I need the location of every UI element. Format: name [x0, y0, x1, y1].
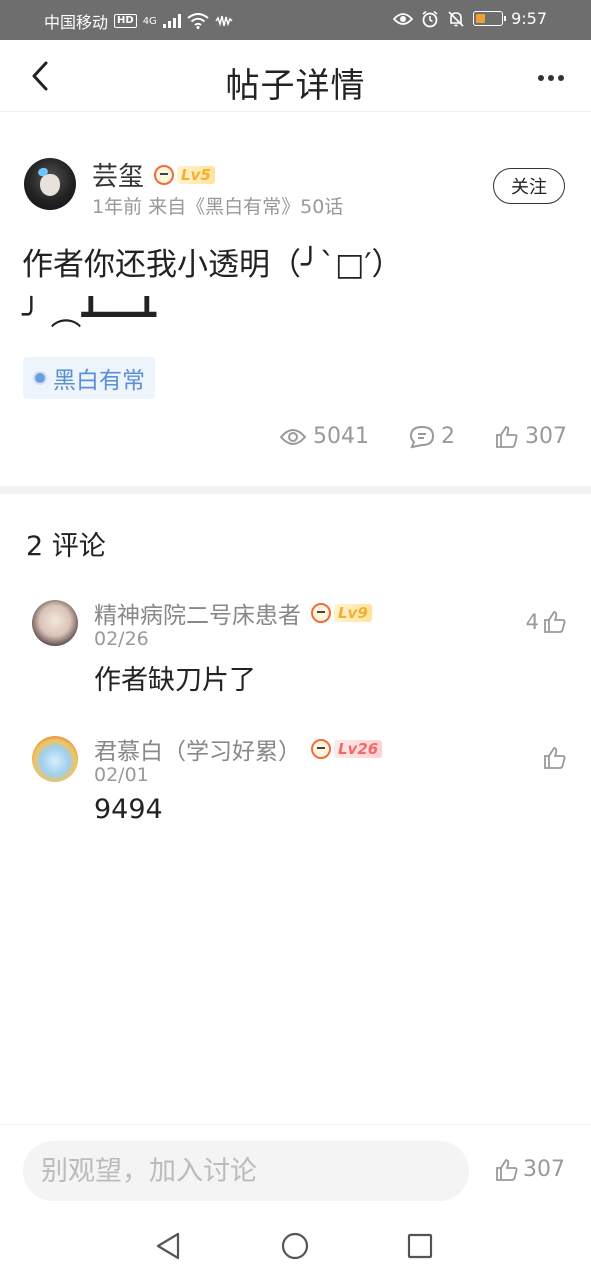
- views-stat: 5041: [279, 424, 369, 449]
- nav-home-button[interactable]: [277, 1228, 313, 1264]
- status-bar: 中国移动 HD 4G 9:57: [0, 0, 591, 40]
- post-content-line1: 作者你还我小透明（╯`□′）: [22, 247, 403, 283]
- topic-tag[interactable]: 黑白有常: [23, 357, 155, 399]
- system-nav-bar: [0, 1212, 591, 1280]
- status-time: 9:57: [511, 9, 547, 28]
- comment-icon: [409, 425, 435, 448]
- comments-heading: 2 评论: [26, 531, 106, 562]
- thumbs-up-icon: [544, 611, 566, 633]
- level-badge: Lv5: [154, 164, 215, 185]
- commenter-avatar[interactable]: [32, 736, 78, 782]
- comment-like-count: 4: [525, 610, 539, 634]
- comment-date: 02/26: [94, 628, 149, 650]
- views-count: 5041: [313, 424, 369, 449]
- comment-input[interactable]: [23, 1141, 469, 1201]
- signal-icon: [162, 14, 181, 28]
- square-recents-icon: [407, 1233, 433, 1259]
- tag-label: 黑白有常: [53, 368, 145, 394]
- eye-icon: [279, 428, 307, 445]
- level-face-icon: [311, 603, 331, 623]
- eye-icon: [393, 12, 414, 25]
- post-stats: 5041 2 307: [279, 424, 567, 449]
- title-bar: 帖子详情: [0, 40, 591, 112]
- wifi-icon: [187, 13, 209, 29]
- section-divider: [0, 486, 591, 494]
- likes-stat[interactable]: 307: [495, 424, 567, 449]
- network-label: 4G: [142, 15, 157, 27]
- level-label: Lv9: [334, 604, 372, 622]
- comment-date: 02/01: [94, 764, 149, 786]
- level-label: Lv26: [334, 740, 383, 758]
- post-content-line2: ╯ ︵┻━━┻: [22, 297, 157, 333]
- commenter-avatar[interactable]: [32, 600, 78, 646]
- comment-like-button[interactable]: [539, 746, 567, 770]
- author-avatar[interactable]: [24, 158, 76, 210]
- commenter-line: 君慕白（学习好累） Lv26: [94, 732, 383, 766]
- comment-item: 精神病院二号床患者 Lv9 02/26 作者缺刀片了 4: [32, 596, 567, 706]
- comment-item: 君慕白（学习好累） Lv26 02/01 9494: [32, 732, 567, 842]
- comments-stat[interactable]: 2: [409, 424, 455, 449]
- comment-text: 作者缺刀片了: [94, 665, 256, 696]
- post-content: 作者你还我小透明（╯`□′） ╯ ︵┻━━┻: [22, 240, 570, 340]
- commenter-line: 精神病院二号床患者 Lv9: [94, 596, 372, 630]
- level-badge: Lv26: [311, 739, 383, 759]
- carrier-label: 中国移动: [44, 13, 109, 32]
- follow-button[interactable]: 关注: [493, 168, 565, 204]
- status-left: 中国移动 HD 4G: [44, 9, 233, 33]
- commenter-name[interactable]: 君慕白（学习好累）: [94, 732, 301, 766]
- more-button[interactable]: [531, 58, 571, 98]
- level-label: Lv5: [177, 165, 215, 184]
- nav-recents-button[interactable]: [402, 1228, 438, 1264]
- level-face-icon: [311, 739, 331, 759]
- comments-count: 2: [441, 424, 455, 449]
- bell-off-icon: [448, 10, 464, 27]
- nav-back-button[interactable]: [150, 1228, 186, 1264]
- page-title: 帖子详情: [225, 66, 366, 106]
- comment-text: 9494: [94, 794, 163, 825]
- post-meta: 1年前 来自《黑白有常》50话: [92, 196, 344, 218]
- circle-home-icon: [281, 1232, 309, 1260]
- author-line: 芸玺 Lv5: [92, 156, 215, 193]
- post-like-count: 307: [523, 1157, 565, 1182]
- commenter-name[interactable]: 精神病院二号床患者: [94, 596, 301, 630]
- triangle-back-icon: [156, 1232, 180, 1260]
- tag-dot-icon: [33, 371, 47, 385]
- comment-like-button[interactable]: 4: [526, 610, 567, 634]
- thumbs-up-icon: [544, 747, 566, 769]
- thumbs-up-icon: [496, 425, 518, 448]
- hd-badge: HD: [114, 14, 137, 28]
- status-right: 9:57: [393, 9, 547, 28]
- battery-icon: [473, 11, 507, 26]
- level-face-icon: [154, 164, 175, 185]
- thumbs-up-icon: [496, 1158, 518, 1181]
- post-like-button[interactable]: 307: [495, 1157, 565, 1182]
- likes-count: 307: [525, 424, 567, 449]
- author-name[interactable]: 芸玺: [92, 156, 144, 193]
- comment-bar: 307: [0, 1124, 591, 1212]
- post-header: 芸玺 Lv5 1年前 来自《黑白有常》50话 关注: [24, 156, 567, 218]
- level-badge: Lv9: [311, 603, 372, 623]
- more-horizontal-icon: [538, 75, 564, 81]
- alarm-icon: [422, 10, 438, 27]
- vibrate-icon: [215, 15, 233, 27]
